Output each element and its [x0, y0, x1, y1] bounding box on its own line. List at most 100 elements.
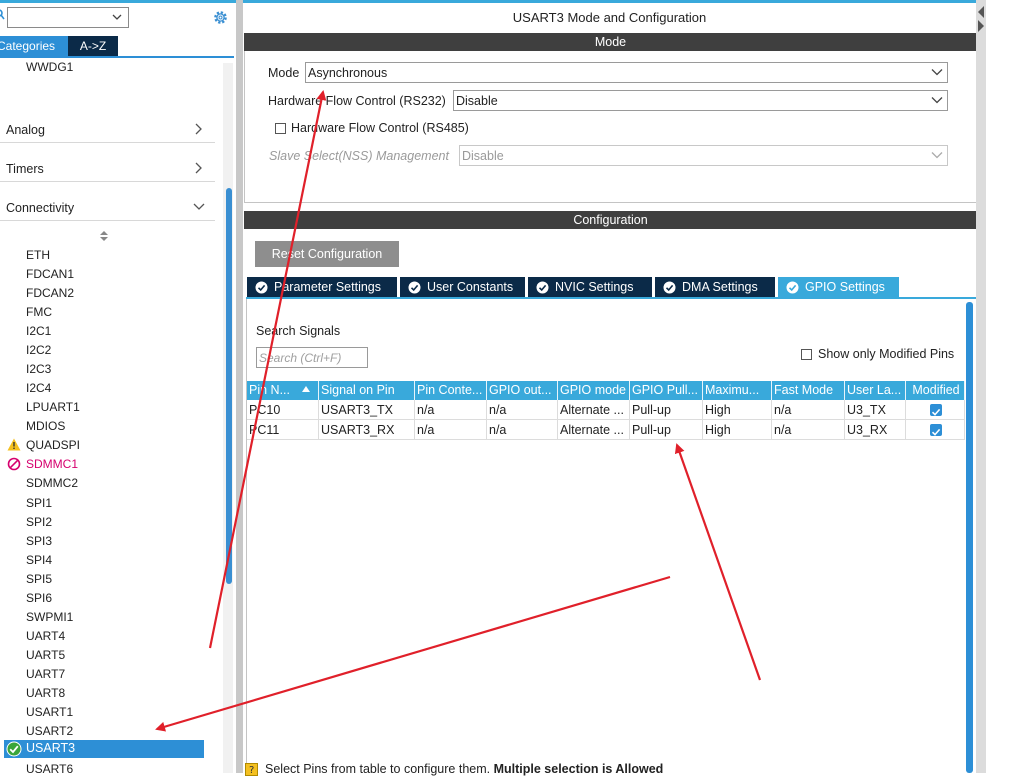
search-combo[interactable] [7, 7, 129, 28]
column-header[interactable]: Signal on Pin [319, 381, 415, 400]
tree-item-eth[interactable]: ETH [26, 248, 50, 263]
tree-item-i2c4[interactable]: I2C4 [26, 381, 51, 396]
tab-underline [0, 56, 234, 58]
table-cell: High [703, 420, 772, 440]
right-scrollbar[interactable] [966, 302, 973, 773]
modified-check-icon [929, 404, 942, 416]
chevron-down-icon [931, 152, 943, 159]
tree-item-spi5[interactable]: SPI5 [26, 572, 52, 587]
tab-nvic-settings[interactable]: NVIC Settings [528, 277, 652, 298]
tree-item-fdcan1[interactable]: FDCAN1 [26, 267, 74, 282]
tree-item-mdios[interactable]: MDIOS [26, 419, 65, 434]
hw-flow-rs485-checkbox[interactable] [275, 123, 286, 134]
right-panel: USART3 Mode and Configuration Mode Mode … [243, 0, 1026, 776]
search-signals-placeholder: Search (Ctrl+F) [259, 351, 342, 365]
hw-flow-rs232-value: Disable [456, 94, 498, 108]
chevron-down-icon [112, 14, 122, 20]
column-header[interactable]: Maximu... [703, 381, 772, 400]
column-header[interactable]: GPIO out... [487, 381, 558, 400]
search-signals-input[interactable]: Search (Ctrl+F) [256, 347, 368, 368]
tree-item-spi1[interactable]: SPI1 [26, 496, 52, 511]
hw-flow-rs485-label: Hardware Flow Control (RS485) [291, 121, 469, 135]
chevron-right-icon [195, 162, 202, 174]
svg-text:?: ? [249, 765, 254, 776]
hw-flow-rs232-select[interactable]: Disable [453, 90, 948, 111]
column-header[interactable]: Modified [906, 381, 965, 400]
tab-label: DMA Settings [682, 280, 758, 294]
tree-item-quadspi[interactable]: QUADSPI [26, 438, 80, 453]
hw-flow-rs232-label: Hardware Flow Control (RS232) [268, 94, 446, 108]
column-header[interactable]: GPIO mode [558, 381, 630, 400]
mode-select[interactable]: Asynchronous [305, 62, 948, 83]
bottom-hint-regular: Select Pins from table to configure them… [265, 762, 491, 776]
tree-item-uart4[interactable]: UART4 [26, 629, 65, 644]
tab-parameter-settings[interactable]: Parameter Settings [247, 277, 397, 298]
left-panel: Categories A->Z WWDG1 Analog Timers Conn… [0, 0, 236, 773]
tree-item-usart3-selected[interactable]: USART3 [4, 740, 204, 758]
tree-item-i2c3[interactable]: I2C3 [26, 362, 51, 377]
sort-icon[interactable] [99, 230, 109, 242]
tree-item-spi6[interactable]: SPI6 [26, 591, 52, 606]
column-header[interactable]: Pin Conte... [415, 381, 487, 400]
chevron-down-icon [193, 203, 205, 210]
column-header[interactable]: Fast Mode [772, 381, 845, 400]
tree-item-spi4[interactable]: SPI4 [26, 553, 52, 568]
show-modified-checkbox[interactable] [801, 349, 812, 360]
mode-label: Mode [268, 66, 300, 80]
table-row[interactable]: PC10 USART3_TX n/a n/a Alternate ... Pull-up H… [247, 400, 965, 420]
tab-categories[interactable]: Categories [0, 36, 68, 56]
tree-item-uart7[interactable]: UART7 [26, 667, 65, 682]
tree-item-spi2[interactable]: SPI2 [26, 515, 52, 530]
category-analog[interactable]: Analog [0, 116, 215, 143]
warning-icon [7, 438, 21, 451]
splitter[interactable] [236, 0, 243, 773]
tree-item-uart5[interactable]: UART5 [26, 648, 65, 663]
left-scrollbar-thumb[interactable] [226, 188, 232, 584]
table-cell: Alternate ... [558, 420, 630, 440]
tree-item-fmc[interactable]: FMC [26, 305, 52, 320]
check-circle-icon [255, 281, 268, 294]
search-signals-label: Search Signals [256, 324, 341, 338]
column-header[interactable]: GPIO Pull... [630, 381, 703, 400]
column-header[interactable]: User La... [845, 381, 906, 400]
category-connectivity[interactable]: Connectivity [0, 194, 215, 221]
table-cell: n/a [487, 400, 558, 420]
tree-item-swpmi1[interactable]: SWPMI1 [26, 610, 73, 625]
table-row[interactable]: PC11 USART3_RX n/a n/a Alternate ... Pull-up H… [247, 420, 965, 440]
tree-item-spi3[interactable]: SPI3 [26, 534, 52, 549]
collapse-arrow-icon[interactable] [976, 4, 986, 32]
tree-item-i2c1[interactable]: I2C1 [26, 324, 51, 339]
tree-item-sdmmc1[interactable]: SDMMC1 [26, 457, 78, 472]
tab-gpio-settings[interactable]: GPIO Settings [778, 277, 899, 298]
tree-item-wwdg1[interactable]: WWDG1 [26, 60, 73, 75]
tree-item-usart1[interactable]: USART1 [26, 705, 73, 720]
tab-dma-settings[interactable]: DMA Settings [655, 277, 775, 298]
table-cell: Pull-up [630, 400, 703, 420]
category-label: Connectivity [6, 201, 75, 215]
tree-item-fdcan2[interactable]: FDCAN2 [26, 286, 74, 301]
table-cell: Pull-up [630, 420, 703, 440]
slave-select-label: Slave Select(NSS) Management [269, 149, 449, 163]
tab-user-constants[interactable]: User Constants [400, 277, 525, 298]
tree-item-usart6[interactable]: USART6 [26, 762, 73, 773]
check-circle-icon [6, 741, 22, 757]
tree-item-usart2[interactable]: USART2 [26, 724, 73, 739]
table-cell: U3_RX [845, 420, 906, 440]
tree-item-sdmmc2[interactable]: SDMMC2 [26, 476, 78, 491]
reset-configuration-button[interactable]: Reset Configuration [255, 241, 399, 267]
tree-item-uart8[interactable]: UART8 [26, 686, 65, 701]
tree-item-i2c2[interactable]: I2C2 [26, 343, 51, 358]
check-circle-icon [408, 281, 421, 294]
tab-label: User Constants [427, 280, 514, 294]
table-cell: n/a [415, 400, 487, 420]
disabled-icon [7, 457, 21, 471]
category-timers[interactable]: Timers [0, 155, 215, 182]
gear-icon[interactable] [212, 9, 229, 26]
table-cell: U3_TX [845, 400, 906, 420]
table-cell: PC10 [247, 400, 319, 420]
modified-check-icon [929, 424, 942, 436]
tree-item-lpuart1[interactable]: LPUART1 [26, 400, 80, 415]
left-top-border [0, 0, 236, 3]
tab-az[interactable]: A->Z [68, 36, 118, 56]
modified-cell [906, 420, 965, 440]
